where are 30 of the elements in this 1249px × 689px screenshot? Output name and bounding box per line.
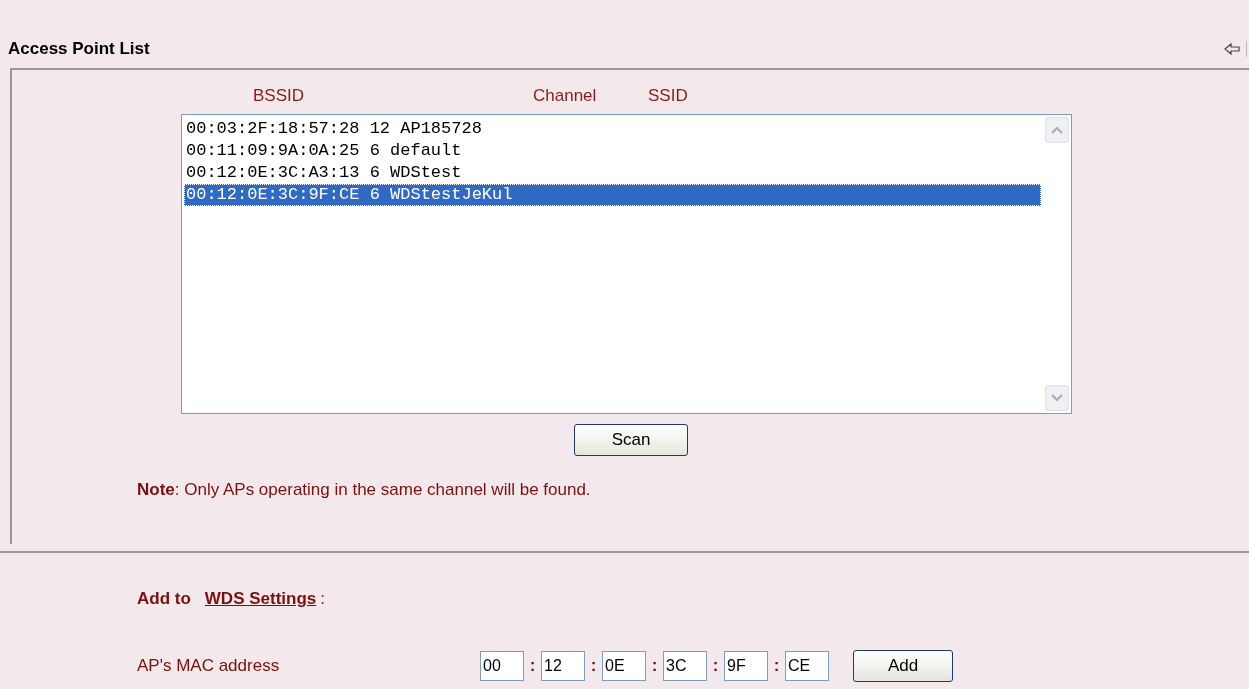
- column-header: Channel: [533, 86, 597, 106]
- colon-text: :: [320, 589, 325, 609]
- separator-text: :: [650, 656, 659, 676]
- wds-settings-link[interactable]: WDS Settings: [204, 589, 317, 609]
- list-option[interactable]: 00:12:0E:3C:9F:CE 6 WDStestJeKul: [184, 184, 1041, 206]
- access-point-list[interactable]: 00:03:2F:18:57:28 12 AP185728 00:11:09:9A:0A:25 6 default 00:12:0E:3C:A3:13 6 WDStest 00:12:0E:3C:9F:CE 6 WDStestJeKul: [181, 114, 1072, 414]
- mac-octet-field[interactable]: 9F: [724, 651, 768, 681]
- separator-text: :: [589, 656, 598, 676]
- back-arrow-icon[interactable]: [1224, 43, 1240, 55]
- separator-text: :: [528, 656, 537, 676]
- mac-octet-field[interactable]: CE: [785, 651, 829, 681]
- mac-octet-field[interactable]: 12: [541, 651, 585, 681]
- separator-text: :: [772, 656, 781, 676]
- list-option[interactable]: 00:12:0E:3C:A3:13 6 WDStest: [184, 162, 1041, 184]
- list-option[interactable]: 00:03:2F:18:57:28 12 AP185728: [184, 118, 1041, 140]
- mac-octet-field[interactable]: 3C: [663, 651, 707, 681]
- scroll-up-icon[interactable]: [1045, 117, 1069, 143]
- add-button[interactable]: Add: [853, 650, 953, 682]
- mac-octet-field[interactable]: 0E: [602, 651, 646, 681]
- mac-address-label: AP's MAC address: [137, 656, 281, 676]
- column-header: BSSID: [253, 86, 305, 106]
- mac-octet-field[interactable]: 00: [480, 651, 524, 681]
- add-to-label: Add to: [137, 589, 191, 609]
- column-header: SSID: [648, 86, 688, 106]
- page-title: Access Point List: [8, 39, 150, 59]
- scan-button[interactable]: Scan: [574, 424, 688, 456]
- separator-text: :: [711, 656, 720, 676]
- note-text: Note: Only APs operating in the same channel will be found.: [137, 480, 592, 500]
- scroll-down-icon[interactable]: [1045, 385, 1069, 411]
- list-option[interactable]: 00:11:09:9A:0A:25 6 default: [184, 140, 1041, 162]
